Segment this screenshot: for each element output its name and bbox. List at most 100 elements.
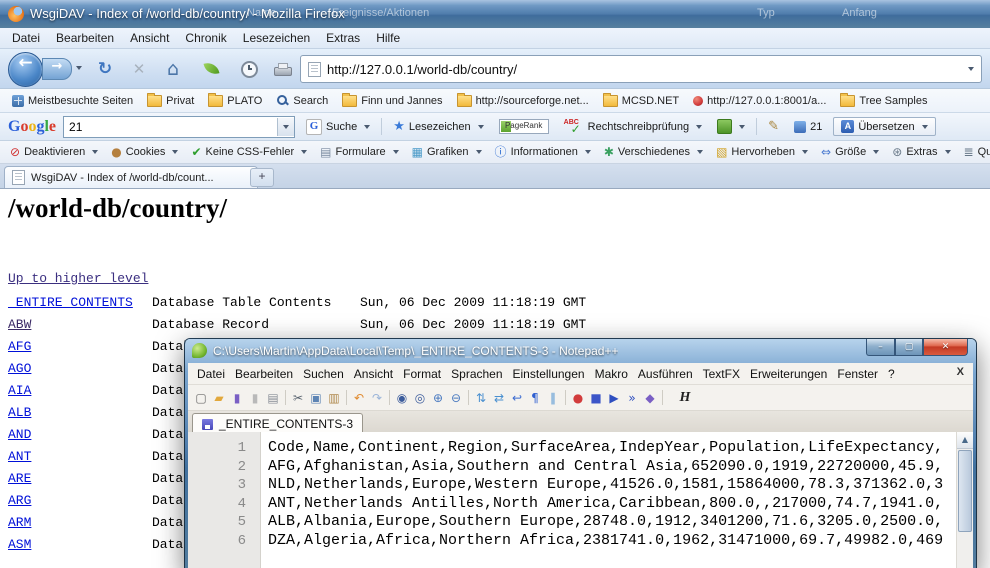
scroll-up-arrow[interactable] <box>957 432 973 449</box>
menu-item-datei[interactable]: Datei <box>4 29 48 47</box>
translate-button[interactable]: Übersetzen <box>833 117 935 136</box>
editor[interactable]: 123456 Code,Name,Continent,Region,Surfac… <box>188 432 973 568</box>
npp-menu-bearbeiten[interactable]: Bearbeiten <box>230 365 298 383</box>
scrollbar-thumb[interactable] <box>958 450 972 532</box>
webdev-item[interactable]: ≣Quelltext <box>958 144 990 160</box>
history-dropdown-caret-icon[interactable] <box>76 66 82 70</box>
bookmark-item[interactable]: Meistbesuchte Seiten <box>6 93 139 109</box>
google-bookmarks-button[interactable]: Lesezeichen <box>389 118 487 135</box>
stop-macro-icon[interactable]: ■ <box>587 389 605 407</box>
redo-icon[interactable]: ↷ <box>368 389 386 407</box>
word-wrap-icon[interactable]: ↩ <box>508 389 526 407</box>
home-button[interactable] <box>160 57 186 81</box>
webdev-item[interactable]: ▦Grafiken <box>406 144 488 160</box>
new-tab-button[interactable]: + <box>250 168 274 187</box>
bookmark-item[interactable]: http://127.0.0.1:8001/a... <box>687 93 832 109</box>
print-button[interactable] <box>270 57 296 81</box>
menu-item-hilfe[interactable]: Hilfe <box>368 29 408 47</box>
save-all-icon[interactable]: ▮ <box>246 389 264 407</box>
maximize-button[interactable]: ▢ <box>895 339 923 356</box>
bookmark-item[interactable]: PLATO <box>202 93 268 109</box>
dir-entry-link[interactable]: ASM <box>8 537 31 552</box>
npp-menu-datei[interactable]: Datei <box>192 365 230 383</box>
menu-item-bearbeiten[interactable]: Bearbeiten <box>48 29 122 47</box>
pagerank-indicator[interactable]: PageRank <box>495 117 553 136</box>
npp-menu-textfx[interactable]: TextFX <box>698 365 745 383</box>
quill-addon-button[interactable] <box>198 57 224 81</box>
google-search-button[interactable]: Suche <box>302 117 374 137</box>
close-button[interactable]: ✕ <box>923 339 968 356</box>
dir-entry-link[interactable]: ARE <box>8 471 31 486</box>
document-close-x-button[interactable]: X <box>957 366 964 378</box>
spellcheck-button[interactable]: ABC✓ Rechtschreibprüfung <box>560 117 707 136</box>
print-icon[interactable]: ▤ <box>264 389 282 407</box>
zoom-out-icon[interactable]: ⊖ <box>447 389 465 407</box>
menu-item-lesezeichen[interactable]: Lesezeichen <box>235 29 318 47</box>
npp-menu-sprachen[interactable]: Sprachen <box>446 365 507 383</box>
bookmark-item[interactable]: Tree Samples <box>834 93 933 109</box>
dir-entry-link[interactable]: _ENTIRE_CONTENTS <box>8 295 133 310</box>
stop-button[interactable] <box>126 57 152 81</box>
minimize-button[interactable]: – <box>866 339 895 356</box>
back-button[interactable] <box>8 52 43 87</box>
webdev-item[interactable]: ⊛Extras <box>886 144 956 160</box>
npp-menu-einstellungen[interactable]: Einstellungen <box>508 365 590 383</box>
paste-icon[interactable]: ▥ <box>325 389 343 407</box>
webdev-item[interactable]: ⓘInformationen <box>489 144 597 160</box>
save-icon[interactable]: ▮ <box>228 389 246 407</box>
webdev-item[interactable]: ✔Keine CSS-Fehler <box>185 144 313 160</box>
dir-entry-link[interactable]: ARG <box>8 493 31 508</box>
webdev-item[interactable]: ●Cookies <box>105 144 184 160</box>
reload-button[interactable] <box>92 57 118 81</box>
counter-badge[interactable]: 21 <box>790 119 826 135</box>
webdev-item[interactable]: ✱Verschiedenes <box>598 144 709 160</box>
dir-entry-link[interactable]: AND <box>8 427 31 442</box>
replace-icon[interactable]: ◎ <box>411 389 429 407</box>
url-dropdown-caret-icon[interactable] <box>968 67 974 71</box>
menu-item-ansicht[interactable]: Ansicht <box>122 29 177 47</box>
dir-entry-link[interactable]: AIA <box>8 383 31 398</box>
google-search-input[interactable] <box>64 119 277 135</box>
npp-menu-ansicht[interactable]: Ansicht <box>349 365 398 383</box>
npp-menu-?[interactable]: ? <box>883 365 900 383</box>
notepad-titlebar[interactable]: C:\Users\Martin\AppData\Local\Temp\_ENTI… <box>185 339 976 363</box>
editor-text-area[interactable]: Code,Name,Continent,Region,SurfaceArea,I… <box>268 432 956 568</box>
record-macro-icon[interactable]: ● <box>569 389 587 407</box>
autofill-button[interactable] <box>713 117 749 136</box>
edit-button[interactable] <box>764 118 783 135</box>
new-file-icon[interactable]: ▢ <box>192 389 210 407</box>
dir-entry-link[interactable]: ABW <box>8 317 31 332</box>
webdev-item[interactable]: ⊘Deaktivieren <box>4 144 104 160</box>
history-button[interactable] <box>236 57 262 81</box>
webdev-item[interactable]: ▤Formulare <box>314 144 404 160</box>
browser-tab[interactable]: WsgiDAV - Index of /world-db/count... <box>4 166 258 188</box>
npp-menu-suchen[interactable]: Suchen <box>298 365 349 383</box>
forward-button[interactable] <box>42 58 72 80</box>
dir-entry-link[interactable]: AFG <box>8 339 31 354</box>
webdev-item[interactable]: ▧Hervorheben <box>710 144 814 160</box>
cut-icon[interactable]: ✂ <box>289 389 307 407</box>
url-bar[interactable]: http://127.0.0.1/world-db/country/ <box>300 55 982 83</box>
npp-menu-ausführen[interactable]: Ausführen <box>633 365 698 383</box>
undo-icon[interactable]: ↶ <box>350 389 368 407</box>
up-to-higher-level-link[interactable]: Up to higher level <box>8 271 148 286</box>
zoom-in-icon[interactable]: ⊕ <box>429 389 447 407</box>
firefox-titlebar[interactable]: WsgiDAV - Index of /world-db/country/ - … <box>0 0 990 29</box>
sync-vertical-icon[interactable]: ⇅ <box>472 389 490 407</box>
webdev-item[interactable]: ⇔Größe <box>815 144 885 160</box>
search-combo-button[interactable] <box>277 118 294 136</box>
dir-entry-link[interactable]: ARM <box>8 515 31 530</box>
menu-item-extras[interactable]: Extras <box>318 29 368 47</box>
sync-horizontal-icon[interactable]: ⇄ <box>490 389 508 407</box>
save-macro-icon[interactable]: ◆ <box>641 389 659 407</box>
bookmark-item[interactable]: Finn und Jannes <box>336 93 448 109</box>
show-all-chars-icon[interactable]: ¶ <box>526 389 544 407</box>
bookmark-item[interactable]: Privat <box>141 93 200 109</box>
bookmark-item[interactable]: MCSD.NET <box>597 93 685 109</box>
function-letter-icon[interactable]: H <box>676 389 694 407</box>
vertical-scrollbar[interactable] <box>956 432 973 568</box>
dir-entry-link[interactable]: ALB <box>8 405 31 420</box>
npp-menu-makro[interactable]: Makro <box>590 365 633 383</box>
document-tab[interactable]: _ENTIRE_CONTENTS-3 <box>192 413 363 434</box>
bookmark-item[interactable]: http://sourceforge.net... <box>451 93 595 109</box>
